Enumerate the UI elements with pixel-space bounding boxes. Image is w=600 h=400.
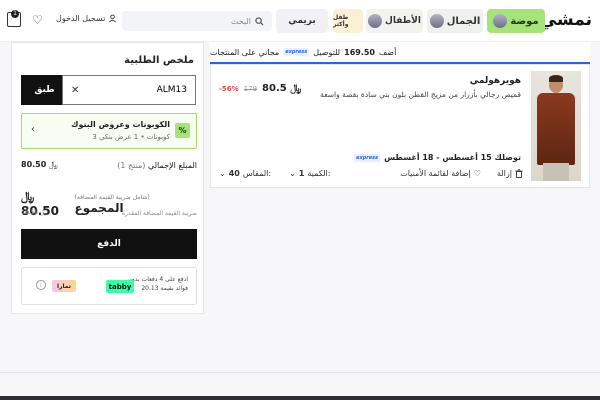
delivery-prefix: أضف [379, 47, 397, 57]
percent-tag-icon: % [175, 123, 190, 138]
category-thumbnail-icon [368, 14, 383, 28]
subtotal-label-wrap: (1 منتج) المبلغ الإجمالي [117, 161, 197, 170]
nav-category-beauty[interactable]: الجمال [427, 9, 483, 33]
current-price-wrap: ﷼ 80.5 [262, 83, 301, 94]
subtotal-count: (1 منتج) [117, 160, 146, 170]
price-box: -56% 179 ﷼ 80.5 [219, 83, 301, 94]
category-thumbnail-icon [429, 14, 444, 28]
cart-item: هويرهولمي قميص رجالي بأزرار من مزيج القط… [210, 64, 590, 188]
shirt-shape [537, 93, 575, 165]
wishlist-label: إضافة لقائمة الأمنيات [400, 169, 471, 178]
vat-row: ﷼ 16.58 ضريبة القيمة المضافة المقدرة [21, 209, 197, 217]
size-select[interactable]: ⌄ 40 المقاس: [219, 169, 271, 178]
search-input[interactable]: البحث [122, 11, 272, 31]
currency-icon: ﷼ [21, 189, 35, 203]
offers-title: الكوبونات وعروض البنوك [71, 120, 170, 129]
quantity-label: الكمية: [307, 169, 331, 178]
add-to-wishlist-button[interactable]: إضافة لقائمة الأمنيات ♡ [400, 169, 481, 178]
item-actions: إضافة لقائمة الأمنيات ♡ إزالة [400, 169, 523, 178]
delivery-suffix: مجاني على المنتجات [210, 47, 280, 57]
delivery-amount: 169.50 [344, 47, 375, 57]
heart-icon: ♡ [473, 169, 481, 178]
nav-category-premium[interactable]: بريمي [276, 9, 328, 33]
product-description[interactable]: قميص رجالي بأزرار من مزيج القطن بلون بني… [320, 90, 521, 99]
tabby-logo: tabby [106, 280, 134, 293]
nav-category-fashion[interactable]: موضة [487, 9, 545, 33]
installments-box: ادفع على 4 دفعات بدون فوائد بقيمة 20.13 … [21, 267, 197, 305]
free-delivery-banner: أضف 169.50 للتوصيل express مجاني على الم… [210, 42, 590, 64]
delivery-mid: للتوصيل [313, 47, 341, 57]
chevron-down-icon: ⌄ [219, 169, 226, 178]
top-header: نمشي موضة الجمال الأطفال طفل وأكثر بريمي… [0, 0, 600, 42]
subtotal-value-wrap: ﷼ 80.50 [21, 160, 58, 170]
subtotal-value: 80.50 [21, 160, 47, 169]
apply-coupon-button[interactable]: طبق [21, 75, 68, 105]
old-price: 179 [243, 84, 258, 93]
vat-value: 16.58 [21, 209, 39, 216]
subtotal-row: ﷼ 80.50 (1 منتج) المبلغ الإجمالي [21, 160, 197, 170]
remove-item-button[interactable]: إزالة [497, 169, 523, 178]
cart-count-badge: 1 [11, 10, 19, 18]
nav-category-label: موضة [510, 15, 539, 27]
tamara-logo: تمارا [52, 280, 76, 292]
nav-category-baby[interactable]: طفل وأكثر [333, 9, 363, 33]
quantity-value: 1 [298, 169, 305, 178]
search-icon [255, 16, 264, 26]
item-controls: ⌄ 40 المقاس: ⌄ 1 الكمية: إضافة لقائمة ال… [219, 169, 523, 178]
chevron-left-icon: ‹ [31, 124, 35, 135]
info-icon[interactable]: i [36, 280, 46, 290]
nav-category-label: طفل وأكثر [333, 14, 349, 28]
eta-text: توصلك 15 أغسطس - 18 أغسطس [384, 153, 521, 162]
coupon-field: ✕ [62, 75, 196, 105]
remove-label: إزالة [496, 169, 512, 178]
offers-subtitle: 3 كوبونات • 1 عرض بنكي [92, 133, 170, 141]
nav-category-label: بريمي [288, 16, 316, 26]
delivery-eta: express توصلك 15 أغسطس - 18 أغسطس [354, 153, 521, 162]
discount-badge: -56% [219, 84, 239, 93]
vat-label: ضريبة القيمة المضافة المقدرة [121, 209, 197, 217]
trash-icon [515, 169, 523, 178]
currency-icon: ﷼ [290, 83, 302, 94]
wishlist-icon[interactable]: ♡ [32, 13, 43, 27]
nav-category-label: الجمال [446, 15, 481, 27]
currency-icon: ﷼ [40, 209, 47, 216]
category-thumbnail-icon [493, 14, 508, 28]
footer-strip [0, 396, 600, 400]
login-button[interactable]: تسجيل الدخول [56, 14, 117, 23]
hair-shape [549, 75, 563, 82]
search-placeholder: البحث [230, 16, 251, 26]
coupons-offers-banner[interactable]: الكوبونات وعروض البنوك 3 كوبونات • 1 عرض… [21, 113, 197, 149]
item-selectors: ⌄ 40 المقاس: ⌄ 1 الكمية: [219, 169, 330, 178]
chevron-down-icon: ⌄ [289, 169, 296, 178]
total-note: (شامل ضريبة القيمة المضافة) [74, 194, 150, 201]
express-badge: express [283, 48, 310, 56]
checkout-button[interactable]: الدفع [21, 229, 197, 259]
vat-value-wrap: ﷼ 16.58 [21, 209, 47, 217]
user-icon [109, 14, 117, 23]
pants-shape [543, 163, 569, 181]
current-price: 80.5 [262, 83, 287, 94]
size-value: 40 [228, 169, 240, 178]
order-summary-title: ملخص الطلبية [124, 55, 194, 66]
currency-icon: ﷼ [48, 160, 58, 169]
size-label: المقاس: [242, 169, 272, 178]
site-logo[interactable]: نمشي [540, 10, 593, 30]
express-badge: express [354, 153, 381, 162]
order-summary-panel: ملخص الطلبية طبق ✕ الكوبونات وعروض البنو… [11, 42, 204, 314]
product-brand[interactable]: هويرهولمي [470, 76, 521, 86]
nav-category-label: الأطفال [385, 16, 421, 26]
footer-divider [0, 372, 600, 373]
subtotal-label: المبلغ الإجمالي [147, 160, 197, 170]
coupon-input[interactable] [97, 85, 187, 95]
clear-icon[interactable]: ✕ [71, 85, 79, 96]
nav-category-kids[interactable]: الأطفال [366, 9, 423, 33]
quantity-select[interactable]: ⌄ 1 الكمية: [289, 169, 330, 178]
login-label: تسجيل الدخول [56, 14, 106, 23]
product-image[interactable] [531, 71, 581, 181]
